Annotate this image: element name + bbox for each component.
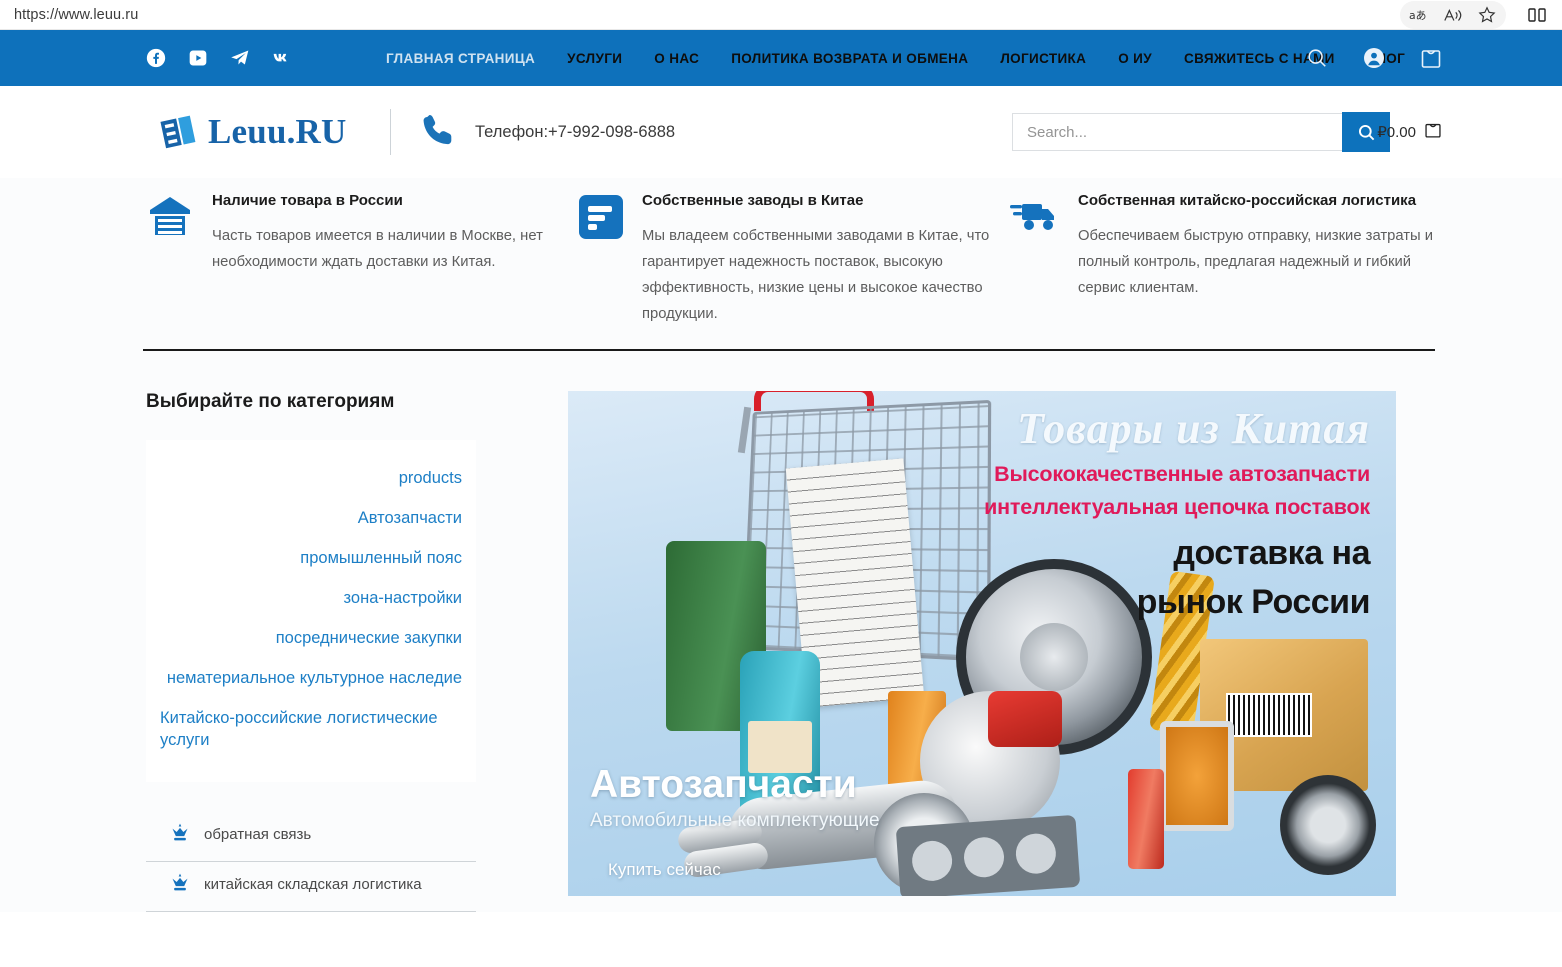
category-sidebar: Выбирайте по категориям products Автозап… (146, 391, 476, 912)
top-navigation-bar: ГЛАВНАЯ СТРАНИЦА УСЛУГИ О НАС ПОЛИТИКА В… (0, 30, 1562, 86)
factory-chart-icon (578, 192, 624, 245)
air-filter-image (1160, 721, 1234, 831)
feature-title: Наличие товара в России (212, 192, 403, 209)
phone-block: Телефон:+7-992-098-6888 (419, 111, 675, 154)
browser-toolbar: https://www.leuu.ru aあ (0, 0, 1562, 30)
url-address-bar[interactable]: https://www.leuu.ru (0, 7, 138, 23)
service-item-feedback[interactable]: обратная связь (146, 812, 476, 862)
feature-stock-russia: Наличие товара в России Часть товаров им… (146, 192, 546, 327)
menu-item-about-yiwu[interactable]: О ИУ (1102, 51, 1168, 66)
slide-caption: Автозапчасти Автомобильные комплектующие… (590, 762, 880, 880)
telegram-icon[interactable] (230, 48, 250, 68)
category-link-tuning-zone[interactable]: зона-настройки (160, 578, 462, 618)
warehouse-icon (146, 192, 194, 243)
cart-bag-icon[interactable] (1420, 46, 1442, 70)
banner-line-4: доставка на (1173, 534, 1370, 572)
menu-item-logistics[interactable]: ЛОГИСТИКА (984, 51, 1102, 66)
search-icon[interactable] (1306, 47, 1328, 69)
menu-item-return-policy[interactable]: ПОЛИТИКА ВОЗВРАТА И ОБМЕНА (715, 51, 984, 66)
browser-action-buttons: aあ (1400, 0, 1554, 30)
menu-item-home[interactable]: ГЛАВНАЯ СТРАНИЦА (370, 51, 551, 66)
service-list: обратная связь китайская складская логис… (146, 812, 476, 912)
service-item-warehouse-logistics[interactable]: китайская складская логистика (146, 862, 476, 912)
account-icon[interactable] (1362, 46, 1386, 70)
banner-line-3: интеллектуальная цепочка поставок (984, 495, 1370, 519)
spray-can-image (1128, 769, 1164, 869)
social-links (146, 48, 292, 68)
banner-line-5: рынок России (1136, 583, 1371, 621)
feature-title: Собственные заводы в Китае (642, 192, 864, 209)
crown-icon (170, 822, 190, 847)
youtube-icon[interactable] (188, 48, 208, 68)
chrome-action-group: aあ (1400, 1, 1506, 29)
category-link-agency-purchases[interactable]: посреднические закупки (160, 618, 462, 658)
translate-icon[interactable]: aあ (1402, 2, 1436, 28)
banner-line-1: Товары из Китая (1016, 404, 1370, 453)
tyre-image (1280, 775, 1376, 875)
phone-number[interactable]: Телефон:+7-992-098-6888 (475, 123, 675, 142)
category-list-panel: products Автозапчасти промышленный пояс … (146, 440, 476, 782)
category-link-logistics-services[interactable]: Китайско-российские логистические услуги (160, 698, 462, 760)
split-screen-icon[interactable] (1520, 2, 1554, 28)
site-header: Leuu.RU Телефон:+7-992-098-6888 ₽0.00 (0, 86, 1562, 178)
service-item-label: обратная связь (204, 826, 312, 843)
menu-item-services[interactable]: УСЛУГИ (551, 51, 638, 66)
hero-slider: Товары из Китая Высококачественные автоз… (568, 391, 1396, 896)
site-logo[interactable]: Leuu.RU (150, 104, 372, 160)
logo-mark-icon (158, 112, 202, 152)
favorite-icon[interactable] (1470, 2, 1504, 28)
vk-icon[interactable] (272, 48, 292, 68)
categories-section: Выбирайте по категориям products Автозап… (0, 351, 1562, 912)
feature-body: Мы владеем собственными заводами в Китае… (642, 228, 990, 322)
feature-title: Собственная китайско-российская логистик… (1078, 192, 1417, 209)
barcode-image (1226, 693, 1312, 737)
facebook-icon[interactable] (146, 48, 166, 68)
category-link-industrial-belt[interactable]: промышленный пояс (160, 538, 462, 578)
phone-icon (419, 111, 457, 154)
category-link-cultural-heritage[interactable]: нематериальное культурное наследие (160, 658, 462, 698)
category-link-auto-parts[interactable]: Автозапчасти (160, 498, 462, 538)
categories-heading: Выбирайте по категориям (146, 391, 395, 412)
buy-now-button[interactable]: Купить сейчас (608, 860, 721, 880)
wheel-hub-image (1020, 623, 1088, 691)
delivery-truck-icon (1010, 192, 1060, 241)
menu-item-about[interactable]: О НАС (638, 51, 715, 66)
header-divider (390, 109, 391, 155)
brake-caliper-image (988, 691, 1062, 747)
header-search (1012, 112, 1390, 152)
service-item-label: китайская складская логистика (204, 876, 422, 893)
head-gasket-image (895, 814, 1081, 896)
page-content: Leuu.RU Телефон:+7-992-098-6888 ₽0.00 (0, 86, 1562, 912)
banner-headline-block: Товары из Китая Высококачественные автоз… (810, 403, 1370, 622)
feature-own-factories: Собственные заводы в Китае Мы владеем со… (578, 192, 998, 327)
slide-subtitle: Автомобильные комплектующие (590, 810, 880, 831)
nav-utility-icons (1306, 46, 1442, 70)
feature-body: Часть товаров имеется в наличии в Москве… (212, 228, 543, 270)
read-aloud-icon[interactable] (1436, 2, 1470, 28)
feature-logistics: Собственная китайско-российская логистик… (1010, 192, 1440, 327)
shopping-cart-pole-image (737, 406, 752, 454)
cart-summary[interactable]: ₽0.00 (1377, 119, 1442, 145)
cart-bag-icon-header[interactable] (1424, 119, 1442, 145)
main-menu: ГЛАВНАЯ СТРАНИЦА УСЛУГИ О НАС ПОЛИТИКА В… (370, 51, 1421, 66)
feature-strip: Наличие товара в России Часть товаров им… (0, 178, 1562, 327)
cart-total-amount: ₽0.00 (1377, 124, 1416, 141)
svg-text:aあ: aあ (1409, 9, 1426, 22)
crown-icon (170, 872, 190, 897)
feature-body: Обеспечиваем быструю отправку, низкие за… (1078, 228, 1434, 296)
banner-line-2: Высококачественные автозапчасти (994, 462, 1370, 486)
logo-text: Leuu.RU (208, 112, 347, 151)
slide-title: Автозапчасти (590, 763, 857, 806)
search-input[interactable] (1012, 113, 1342, 151)
category-link-products[interactable]: products (160, 458, 462, 498)
